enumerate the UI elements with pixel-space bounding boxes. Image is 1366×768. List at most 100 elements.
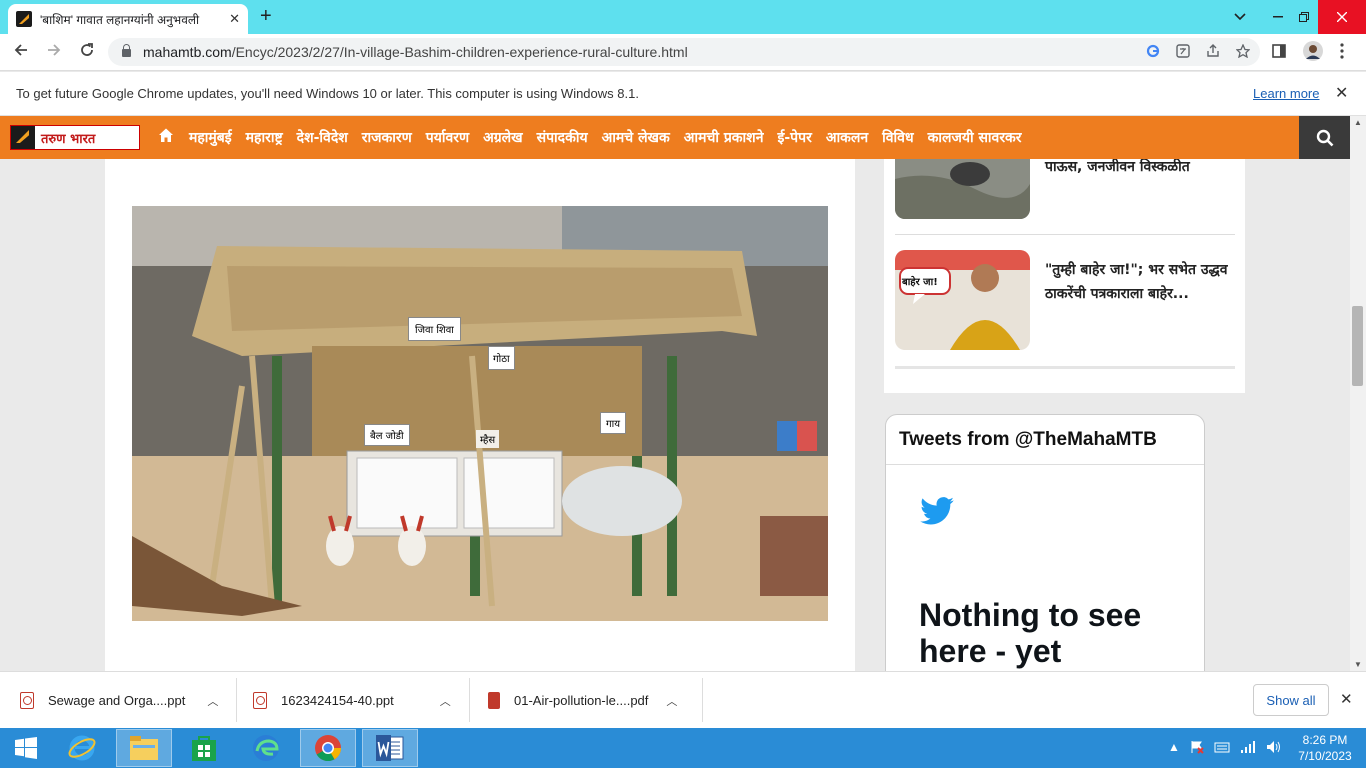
scrollbar-thumb[interactable]: [1352, 306, 1363, 386]
nav-item[interactable]: महाराष्ट्र: [246, 128, 283, 147]
download-item[interactable]: 01-Air-pollution-le....pdf ︿: [488, 672, 677, 729]
photo-sign-jiva-shiva: जिवा शिवा: [408, 317, 461, 341]
reload-icon[interactable]: [79, 42, 95, 63]
learn-more-link[interactable]: Learn more: [1253, 86, 1319, 101]
window-close-button[interactable]: [1318, 0, 1366, 34]
infobar-close-button[interactable]: ✕: [1335, 83, 1348, 103]
chevron-up-icon[interactable]: ︿: [440, 693, 451, 709]
photo-sign-bail-jodi: बैल जोडी: [364, 424, 410, 446]
back-arrow-icon[interactable]: [13, 42, 29, 63]
thumb-caption: बाहेर जा!: [902, 277, 938, 288]
scroll-down-arrow-icon[interactable]: ▼: [1354, 660, 1362, 669]
twitter-bird-icon: [920, 497, 954, 530]
share-icon[interactable]: [1206, 44, 1220, 61]
translate-icon[interactable]: [1176, 44, 1190, 61]
chevron-up-icon[interactable]: ︿: [207, 693, 218, 709]
volume-icon[interactable]: [1266, 740, 1282, 757]
taskbar-clock[interactable]: 8:26 PM 7/10/2023: [1290, 732, 1360, 764]
article-photo: जिवा शिवा गोठा बैल जोडी म्हैस गाय: [132, 206, 828, 621]
download-item[interactable]: 1623424154-40.ppt ︿: [253, 672, 451, 729]
infobar-message: To get future Google Chrome updates, you…: [16, 86, 639, 101]
download-item[interactable]: Sewage and Orga....ppt ︿: [20, 672, 218, 729]
news-divider: [895, 366, 1235, 369]
article-body: जिवा शिवा गोठा बैल जोडी म्हैस गाय: [105, 159, 855, 671]
tab-title: 'बाशिम' गावात लहानग्यांनी अनुभवली: [40, 12, 200, 27]
chrome-browser-icon[interactable]: [300, 729, 356, 767]
search-icon: [1316, 129, 1333, 146]
main-nav: महामुंबई महाराष्ट्र देश-विदेश राजकारण पर्याव…: [189, 128, 1022, 147]
photo-sign-gay: गाय: [600, 412, 627, 434]
sidebar-news: पाऊस, जनजीवन विस्कळीत बाहेर जा! "तुम्ही …: [884, 119, 1245, 393]
address-bar[interactable]: mahamtb.com/Encyc/2023/2/27/In-village-B…: [108, 38, 1260, 66]
nav-item[interactable]: आमची प्रकाशने: [684, 128, 764, 147]
photo-sign-mhais: म्हैस: [476, 430, 500, 448]
pdf-file-icon: [488, 692, 500, 709]
nav-item[interactable]: अग्रलेख: [483, 128, 523, 147]
nav-item[interactable]: महामुंबई: [189, 128, 232, 147]
ppt-file-icon: [20, 692, 34, 709]
google-lens-icon[interactable]: [1146, 44, 1160, 61]
nav-item[interactable]: आमचे लेखक: [602, 128, 670, 147]
nav-item[interactable]: संपादकीय: [537, 128, 588, 147]
store-icon[interactable]: [176, 729, 232, 767]
nav-item[interactable]: ई-पेपर: [777, 128, 811, 147]
side-panel-icon[interactable]: [1272, 44, 1286, 63]
scroll-up-arrow-icon[interactable]: ▲: [1354, 118, 1362, 127]
edge-browser-icon[interactable]: [238, 729, 294, 767]
news-thumbnail[interactable]: बाहेर जा!: [895, 250, 1030, 350]
site-navbar: तरुण भारत महामुंबई महाराष्ट्र देश-विदेश राज…: [0, 116, 1350, 159]
browser-tab[interactable]: 'बाशिम' गावात लहानग्यांनी अनुभवली ✕: [8, 4, 248, 34]
download-filename: Sewage and Orga....ppt: [48, 693, 186, 708]
download-divider: [236, 678, 237, 722]
start-button[interactable]: [0, 729, 52, 767]
logo-text: तरुण भारत: [41, 131, 96, 147]
action-center-flag-icon[interactable]: [1190, 740, 1204, 757]
page-viewport: जिवा शिवा गोठा बैल जोडी म्हैस गाय पाऊस, …: [0, 116, 1350, 671]
restore-button[interactable]: [1292, 0, 1316, 34]
tab-strip: 'बाशिम' गावात लहानग्यांनी अनुभवली ✕ +: [0, 0, 1366, 34]
keyboard-icon[interactable]: [1214, 740, 1230, 757]
url-domain: mahamtb.com: [143, 44, 232, 60]
show-all-button[interactable]: Show all: [1253, 684, 1329, 716]
chevron-up-icon[interactable]: ︿: [666, 693, 677, 709]
file-explorer-icon[interactable]: [116, 729, 172, 767]
lock-icon[interactable]: [122, 44, 131, 57]
site-favicon-icon: [16, 11, 32, 27]
windows-logo-icon: [15, 737, 37, 759]
internet-explorer-icon[interactable]: [54, 729, 110, 767]
windows-taskbar: ▲ 8:26 PM 7/10/2023: [0, 728, 1366, 768]
site-search-button[interactable]: [1299, 116, 1350, 159]
menu-kebab-icon[interactable]: [1340, 43, 1344, 64]
nav-item[interactable]: कालजयी सावरकर: [928, 128, 1022, 147]
home-icon[interactable]: [158, 127, 174, 143]
tab-close-button[interactable]: ✕: [229, 11, 240, 27]
tab-search-icon[interactable]: [1222, 0, 1258, 34]
network-signal-icon[interactable]: [1240, 740, 1256, 757]
profile-avatar[interactable]: [1303, 41, 1323, 66]
nav-item[interactable]: विविध: [882, 128, 913, 147]
nav-item[interactable]: पर्यावरण: [426, 128, 469, 147]
download-bar-close-button[interactable]: ✕: [1340, 690, 1353, 708]
download-filename: 01-Air-pollution-le....pdf: [514, 693, 649, 708]
download-filename: 1623424154-40.ppt: [281, 693, 394, 708]
clock-date: 7/10/2023: [1298, 749, 1352, 763]
show-hidden-icons-icon[interactable]: ▲: [1168, 740, 1180, 757]
bookmark-star-icon[interactable]: [1235, 43, 1251, 61]
logo-mark-icon: [11, 126, 35, 149]
site-logo[interactable]: तरुण भारत: [10, 125, 140, 150]
page-scrollbar[interactable]: ▲ ▼: [1350, 116, 1366, 671]
system-tray: ▲: [1168, 740, 1282, 757]
forward-arrow-icon[interactable]: [46, 42, 62, 63]
nav-item[interactable]: राजकारण: [362, 128, 412, 147]
browser-toolbar: mahamtb.com/Encyc/2023/2/27/In-village-B…: [0, 34, 1366, 71]
new-tab-button[interactable]: +: [260, 6, 272, 26]
download-bar: Sewage and Orga....ppt ︿ 1623424154-40.p…: [0, 671, 1366, 728]
tweets-header[interactable]: Tweets from @TheMahaMTB: [886, 415, 1204, 465]
nav-item[interactable]: आकलन: [826, 128, 868, 147]
nav-item[interactable]: देश-विदेश: [297, 128, 348, 147]
news-item[interactable]: बाहेर जा! "तुम्ही बाहेर जा!"; भर सभेत उद…: [895, 250, 1235, 350]
minimize-button[interactable]: [1266, 0, 1290, 34]
news-title[interactable]: "तुम्ही बाहेर जा!"; भर सभेत उद्धव ठाकरें…: [1045, 250, 1235, 350]
twitter-widget: Tweets from @TheMahaMTB Nothing to see h…: [885, 414, 1205, 671]
word-app-icon[interactable]: [362, 729, 418, 767]
